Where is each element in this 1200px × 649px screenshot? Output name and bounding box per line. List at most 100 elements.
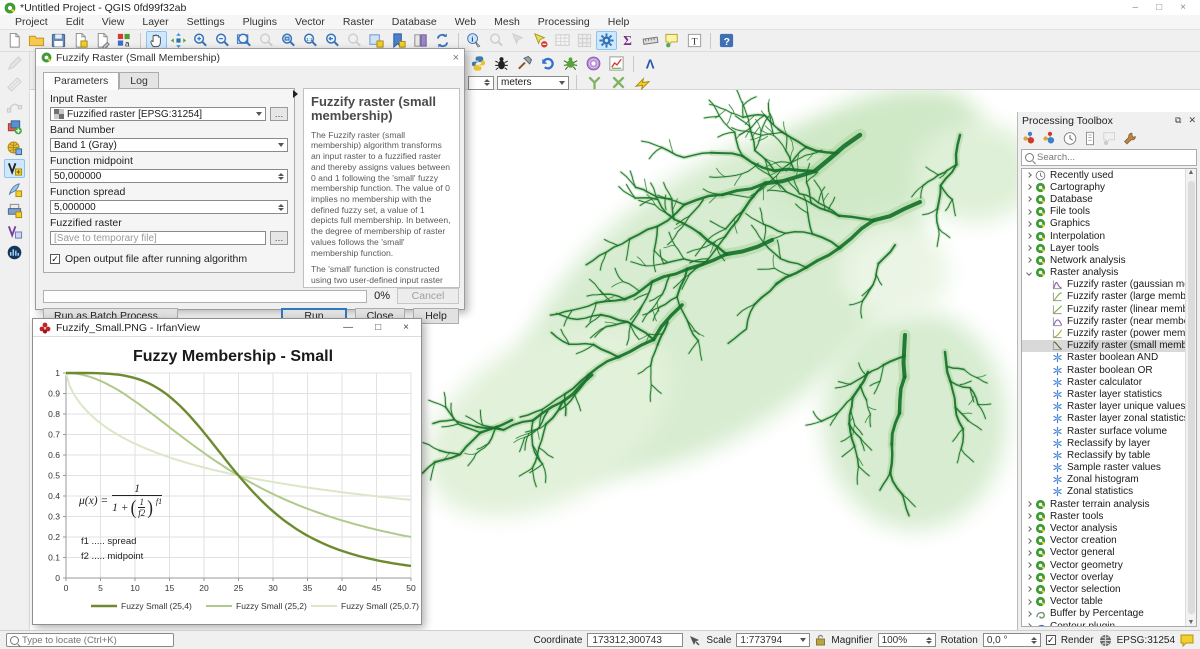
- float-panel-icon[interactable]: ⧉: [1175, 115, 1181, 126]
- browse-output-button[interactable]: …: [270, 231, 288, 245]
- chevron-right-icon[interactable]: [1026, 233, 1032, 239]
- tree-group-contour-plugin[interactable]: Contour plugin: [1022, 620, 1185, 627]
- snap-tolerance-spinner[interactable]: [468, 76, 494, 90]
- tree-group-vector-overlay[interactable]: Vector overlay: [1022, 571, 1185, 583]
- results-viewer-icon[interactable]: [1081, 130, 1099, 147]
- maximize-button[interactable]: □: [1156, 2, 1162, 13]
- menu-layer[interactable]: Layer: [133, 16, 177, 28]
- rotation-spinner[interactable]: 0,0 °: [983, 633, 1041, 647]
- spread-spinner[interactable]: 5,000000: [50, 200, 288, 214]
- menu-mesh[interactable]: Mesh: [485, 16, 529, 28]
- output-path-field[interactable]: [Save to temporary file]: [50, 231, 266, 245]
- tree-alg-raster-boolean-and[interactable]: Raster boolean AND: [1022, 352, 1185, 364]
- tree-group-vector-geometry[interactable]: Vector geometry: [1022, 559, 1185, 571]
- identify-features-icon[interactable]: i: [464, 31, 485, 50]
- chevron-right-icon[interactable]: [1026, 514, 1032, 520]
- units-combo[interactable]: meters: [497, 76, 569, 90]
- locate-box[interactable]: [6, 633, 174, 647]
- tree-group-buffer-by-percentage[interactable]: Buffer by Percentage: [1022, 608, 1185, 620]
- toolbox-search[interactable]: [1021, 149, 1197, 166]
- tree-alg-fuzzify-raster-linear-membership-[interactable]: Fuzzify raster (linear membership): [1022, 303, 1185, 315]
- close-panel-icon[interactable]: ✕: [1188, 115, 1196, 126]
- tree-alg-raster-boolean-or[interactable]: Raster boolean OR: [1022, 364, 1185, 376]
- chevron-right-icon[interactable]: [1026, 611, 1032, 617]
- viewer-minimize-button[interactable]: —: [343, 322, 353, 333]
- tree-alg-fuzzify-raster-gaussian-membership-[interactable]: Fuzzify raster (gaussian membership): [1022, 279, 1185, 291]
- menu-settings[interactable]: Settings: [178, 16, 234, 28]
- tree-group-file-tools[interactable]: File tools: [1022, 206, 1185, 218]
- chevron-right-icon[interactable]: [1026, 587, 1032, 593]
- locate-input[interactable]: [22, 635, 170, 646]
- chevron-right-icon[interactable]: [1026, 245, 1032, 251]
- tree-alg-sample-raster-values[interactable]: Sample raster values: [1022, 462, 1185, 474]
- input-raster-combo[interactable]: Fuzzified raster [EPSG:31254]: [50, 107, 266, 121]
- processing-toolbox-icon[interactable]: [596, 31, 617, 50]
- chevron-right-icon[interactable]: [1026, 623, 1032, 627]
- messages-icon[interactable]: [1180, 634, 1194, 647]
- chevron-right-icon[interactable]: [1026, 258, 1032, 264]
- tree-alg-fuzzify-raster-power-membership-[interactable]: Fuzzify raster (power membership): [1022, 327, 1185, 339]
- chevron-right-icon[interactable]: [1026, 538, 1032, 544]
- add-layer-globe-icon[interactable]: [4, 138, 25, 157]
- coordinate-field[interactable]: 173312,300743: [587, 633, 683, 647]
- chevron-right-icon[interactable]: [1026, 172, 1032, 178]
- browse-input-button[interactable]: …: [270, 107, 288, 121]
- tree-group-recently-used[interactable]: Recently used: [1022, 169, 1185, 181]
- toolbox-search-input[interactable]: [1037, 152, 1193, 163]
- history-icon[interactable]: [1061, 130, 1079, 147]
- tree-alg-raster-layer-statistics[interactable]: Raster layer statistics: [1022, 388, 1185, 400]
- chevron-down-icon[interactable]: [1026, 270, 1032, 276]
- tree-scrollbar[interactable]: ▲▼: [1185, 169, 1196, 626]
- tree-group-vector-general[interactable]: Vector general: [1022, 547, 1185, 559]
- plugin-disc-icon[interactable]: [583, 54, 604, 73]
- viewer-maximize-button[interactable]: □: [375, 322, 381, 333]
- python-scripts-icon[interactable]: [1041, 130, 1059, 147]
- tree-alg-raster-layer-zonal-statistics[interactable]: Raster layer zonal statistics: [1022, 413, 1185, 425]
- new-geopackage-layer-icon[interactable]: [4, 180, 25, 199]
- magnifier-spinner[interactable]: 100%: [878, 633, 936, 647]
- chevron-right-icon[interactable]: [1026, 501, 1032, 507]
- tree-group-raster-terrain-analysis[interactable]: Raster terrain analysis: [1022, 498, 1185, 510]
- menu-vector[interactable]: Vector: [286, 16, 334, 28]
- crs-label[interactable]: EPSG:31254: [1117, 635, 1175, 646]
- plugin-builder-icon[interactable]: [560, 54, 581, 73]
- help-contents-icon[interactable]: ?: [716, 31, 737, 50]
- data-source-manager-icon[interactable]: [4, 117, 25, 136]
- python-console-icon[interactable]: [468, 54, 489, 73]
- new-virtual-layer-icon[interactable]: [4, 222, 25, 241]
- menu-edit[interactable]: Edit: [57, 16, 93, 28]
- tree-group-interpolation[interactable]: Interpolation: [1022, 230, 1185, 242]
- menu-view[interactable]: View: [93, 16, 134, 28]
- chevron-right-icon[interactable]: [1026, 550, 1032, 556]
- tree-alg-fuzzify-raster-large-membership-[interactable]: Fuzzify raster (large membership): [1022, 291, 1185, 303]
- options-wrench-icon[interactable]: [1121, 130, 1139, 147]
- menu-help[interactable]: Help: [599, 16, 639, 28]
- tree-alg-raster-surface-volume[interactable]: Raster surface volume: [1022, 425, 1185, 437]
- menu-raster[interactable]: Raster: [334, 16, 383, 28]
- crs-globe-icon[interactable]: [1099, 634, 1112, 647]
- tree-alg-zonal-histogram[interactable]: Zonal histogram: [1022, 474, 1185, 486]
- tree-alg-fuzzify-raster-small-membership-[interactable]: Fuzzify raster (small membership): [1022, 340, 1185, 352]
- menu-project[interactable]: Project: [6, 16, 57, 28]
- tree-alg-reclassify-by-layer[interactable]: Reclassify by layer: [1022, 437, 1185, 449]
- tree-group-cartography[interactable]: Cartography: [1022, 181, 1185, 193]
- chevron-right-icon[interactable]: [1026, 599, 1032, 605]
- statistical-summary-icon[interactable]: Σ: [618, 31, 639, 50]
- debug-plugin-icon[interactable]: [491, 54, 512, 73]
- tree-group-vector-creation[interactable]: Vector creation: [1022, 535, 1185, 547]
- help-collapse-arrow-icon[interactable]: [293, 90, 298, 98]
- tree-group-vector-selection[interactable]: Vector selection: [1022, 583, 1185, 595]
- chevron-right-icon[interactable]: [1026, 562, 1032, 568]
- render-checkbox[interactable]: ✓: [1046, 635, 1056, 645]
- digitize-tool-icon[interactable]: [514, 54, 535, 73]
- chevron-right-icon[interactable]: [1026, 574, 1032, 580]
- map-tips-icon[interactable]: [662, 31, 683, 50]
- deselect-features-icon[interactable]: [530, 31, 551, 50]
- tree-group-network-analysis[interactable]: Network analysis: [1022, 254, 1185, 266]
- undo-icon[interactable]: [537, 54, 558, 73]
- menu-processing[interactable]: Processing: [529, 16, 599, 28]
- text-annotation-icon[interactable]: T: [684, 31, 705, 50]
- midpoint-spinner[interactable]: 50,000000: [50, 169, 288, 183]
- tree-alg-reclassify-by-table[interactable]: Reclassify by table: [1022, 449, 1185, 461]
- dem-histogram-icon[interactable]: [4, 243, 25, 262]
